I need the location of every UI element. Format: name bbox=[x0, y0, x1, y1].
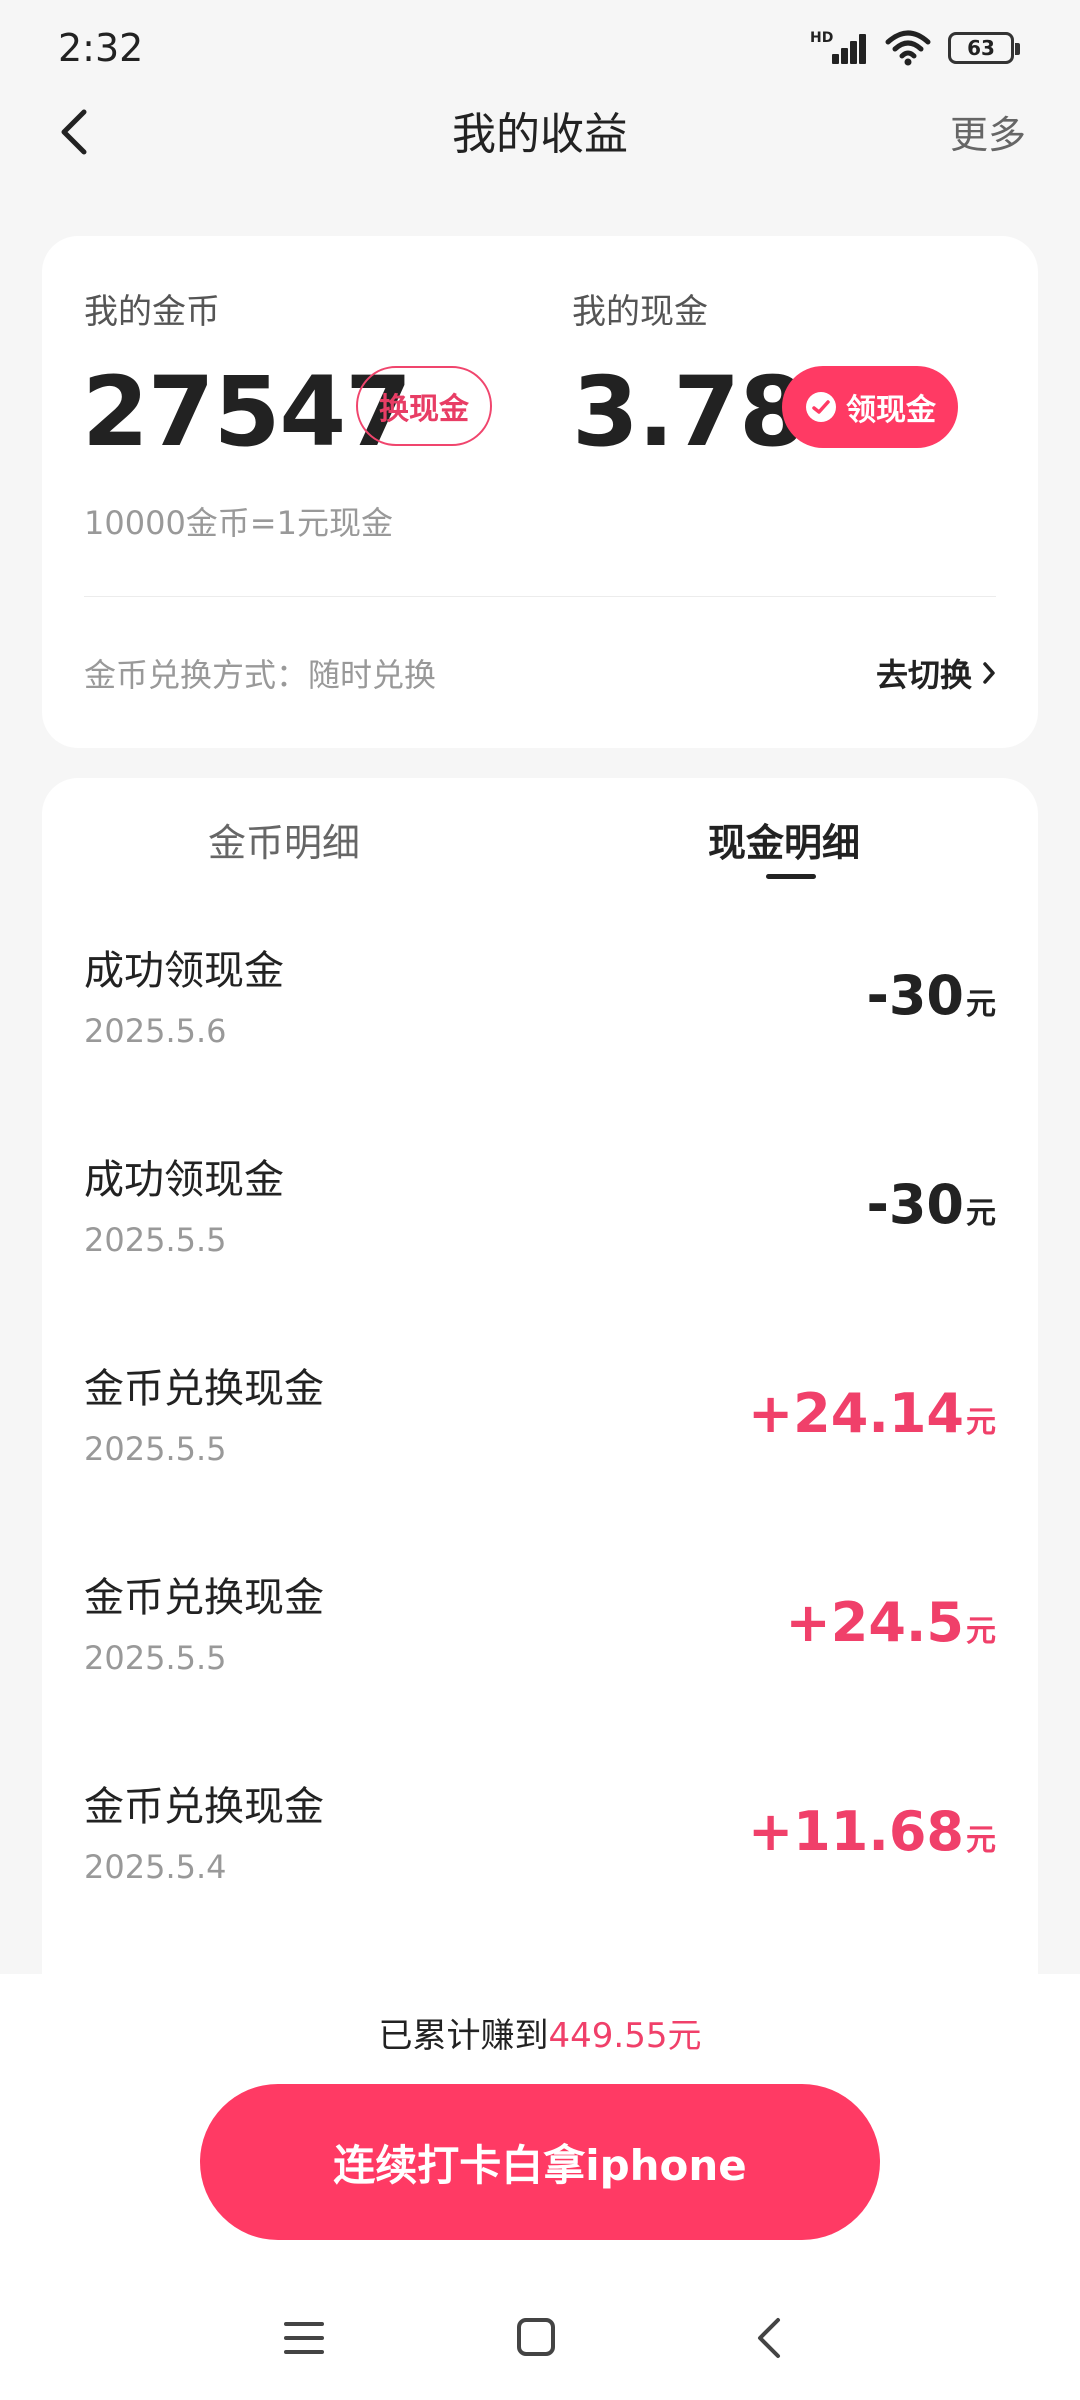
signal-icon: HD bbox=[810, 28, 868, 68]
exchange-cash-button[interactable]: 换现金 bbox=[356, 366, 492, 446]
switch-mode-link[interactable]: 去切换 bbox=[876, 650, 998, 696]
record-date: 2025.5.5 bbox=[84, 1221, 227, 1259]
checkin-cta-button[interactable]: 连续打卡白拿iphone bbox=[200, 2084, 880, 2240]
withdraw-cash-label: 领现金 bbox=[846, 393, 936, 428]
exchange-mode-text: 金币兑换方式：随时兑换 bbox=[84, 656, 437, 694]
total-earned-prefix: 已累计赚到 bbox=[378, 2016, 549, 2056]
record-amount: -30元 bbox=[866, 964, 996, 1027]
record-title: 成功领现金 bbox=[84, 1157, 284, 1203]
chevron-right-icon bbox=[983, 662, 995, 684]
home-square-icon[interactable] bbox=[506, 2308, 566, 2368]
record-amount: +24.5元 bbox=[785, 1591, 996, 1654]
network-label: HD bbox=[810, 30, 834, 46]
page-title: 我的收益 bbox=[452, 109, 628, 160]
switch-mode-label: 去切换 bbox=[875, 656, 972, 694]
exchange-rate-note: 10000金币=1元现金 bbox=[84, 504, 393, 542]
record-date: 2025.5.4 bbox=[84, 1848, 227, 1886]
back-triangle-icon[interactable] bbox=[740, 2308, 800, 2368]
record-title: 金币兑换现金 bbox=[84, 1366, 324, 1412]
total-earned: 已累计赚到449.55元 bbox=[0, 2008, 1080, 2057]
record-amount: -30元 bbox=[866, 1173, 996, 1236]
cash-label: 我的现金 bbox=[572, 292, 708, 332]
battery-icon: 63 bbox=[948, 32, 1020, 64]
detail-card: 金币明细 现金明细 成功领现金 2025.5.6 -30元 成功领现金 2025… bbox=[42, 778, 1038, 2018]
list-item[interactable]: 成功领现金 2025.5.5 -30元 bbox=[42, 1147, 1038, 1337]
list-item[interactable]: 金币兑换现金 2025.5.5 +24.5元 bbox=[42, 1565, 1038, 1755]
record-title: 金币兑换现金 bbox=[84, 1575, 324, 1621]
record-date: 2025.5.5 bbox=[84, 1430, 227, 1468]
earnings-summary-card: 我的金币 27547 换现金 我的现金 3.78 领现金 10000金币=1元现… bbox=[42, 236, 1038, 748]
record-amount: +11.68元 bbox=[747, 1800, 996, 1863]
list-item[interactable]: 金币兑换现金 2025.5.4 +11.68元 bbox=[42, 1774, 1038, 1964]
record-amount: +24.14元 bbox=[747, 1382, 996, 1445]
withdraw-cash-button[interactable]: 领现金 bbox=[782, 366, 958, 448]
list-item[interactable]: 金币兑换现金 2025.5.5 +24.14元 bbox=[42, 1356, 1038, 1546]
active-tab-indicator bbox=[766, 874, 816, 879]
record-title: 成功领现金 bbox=[84, 948, 284, 994]
wifi-icon bbox=[885, 30, 931, 66]
more-button[interactable]: 更多 bbox=[950, 104, 1026, 159]
total-earned-value: 449.55元 bbox=[548, 2016, 702, 2056]
record-date: 2025.5.5 bbox=[84, 1639, 227, 1677]
coins-label: 我的金币 bbox=[84, 292, 220, 332]
list-item[interactable]: 成功领现金 2025.5.6 -30元 bbox=[42, 938, 1038, 1128]
status-time: 2:32 bbox=[58, 26, 144, 70]
wechat-icon bbox=[806, 392, 836, 422]
tab-cash-details[interactable]: 现金明细 bbox=[708, 812, 860, 867]
status-icons: HD 63 bbox=[810, 28, 1020, 68]
cash-value: 3.78 bbox=[572, 356, 806, 468]
record-date: 2025.5.6 bbox=[84, 1012, 227, 1050]
record-title: 金币兑换现金 bbox=[84, 1784, 324, 1830]
tab-coin-details[interactable]: 金币明细 bbox=[208, 812, 360, 867]
card-divider bbox=[84, 596, 996, 597]
battery-level: 63 bbox=[967, 36, 995, 60]
menu-icon[interactable] bbox=[274, 2308, 334, 2368]
